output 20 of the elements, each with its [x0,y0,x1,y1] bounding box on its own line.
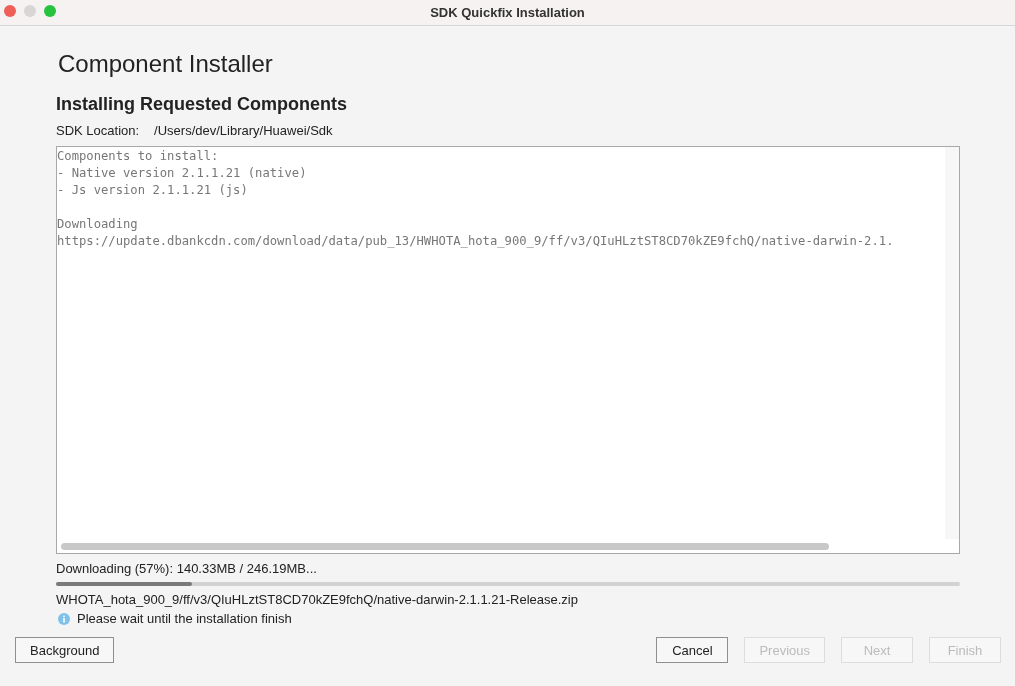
close-icon[interactable] [4,5,16,17]
minimize-icon[interactable] [24,5,36,17]
page-heading: Component Installer [58,50,274,78]
log-line: Downloading [57,216,139,233]
log-line: - Native version 2.1.1.21 (native) [57,165,308,182]
sdk-location-path: /Users/dev/Library/Huawei/Sdk [154,123,333,138]
log-line: Components to install: [57,148,220,165]
background-button[interactable]: Background [15,637,115,663]
wizard-button[interactable]: Cancel [656,637,729,663]
section-heading: Installing Requested Components [56,94,349,115]
sdk-location-label: SDK Location: [56,123,140,138]
log-line: https://update.dbankcdn.com/download/data/pub_13/HWHOTA_hota_900_9/ff/v3/QIuHLztST8CD70kZE9fchQ/native-darwin-2.1. [57,233,895,250]
download-status: Downloading (57%): 140.33MB / 246.19MB... [56,561,318,576]
zoom-icon[interactable] [44,5,56,17]
window-title: SDK Quickfix Installation [430,5,585,20]
download-file-path: WHOTA_hota_900_9/ff/v3/QIuHLztST8CD70kZE9fchQ/native-darwin-2.1.1.21-Release.zip [56,592,579,607]
info-icon [58,612,70,625]
horizontal-scrollbar[interactable] [61,542,829,550]
info-message: Please wait until the installation finish [77,611,292,626]
log-line: - Js version 2.1.1.21 (js) [57,182,249,199]
